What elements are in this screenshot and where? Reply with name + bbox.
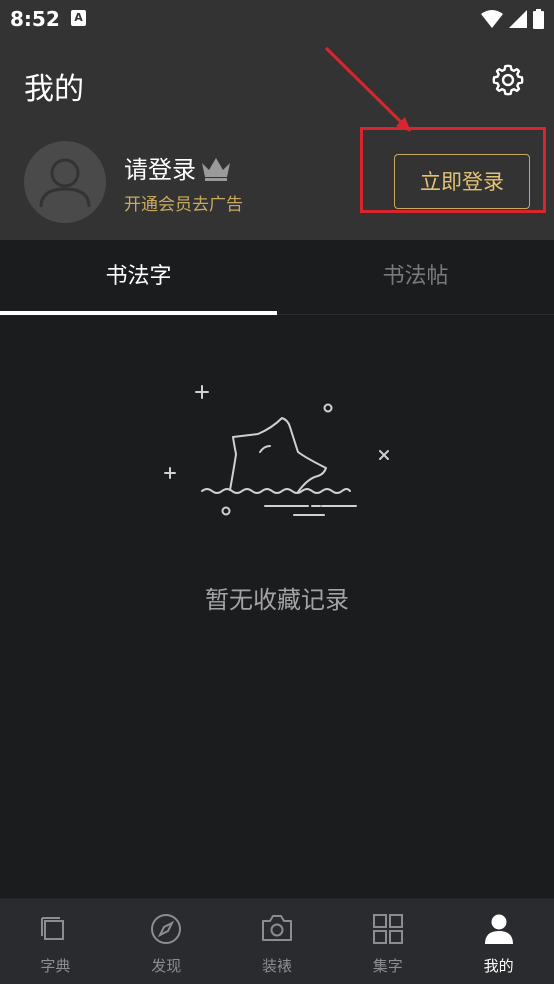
nav-label-collect-characters: 集字: [372, 957, 403, 975]
empty-message: 暂无收藏记录: [205, 586, 349, 614]
collection-tabs: 书法字 书法帖: [0, 240, 554, 315]
nav-label-mine: 我的: [483, 957, 514, 975]
compass-icon: [151, 914, 182, 944]
dictionary-icon: [41, 917, 65, 940]
nav-item-dictionary[interactable]: 字典: [0, 899, 111, 984]
grid-icon: [372, 914, 403, 944]
nav-item-discover[interactable]: 发现: [111, 899, 222, 984]
bottom-nav: 字典 发现 装裱 集字 我的: [0, 898, 554, 984]
nav-item-collect-characters[interactable]: 集字: [332, 899, 443, 984]
empty-star-icon: [164, 385, 389, 516]
nav-label-discover: 发现: [151, 957, 182, 975]
person-icon: [484, 914, 513, 944]
nav-item-mine[interactable]: 我的: [443, 899, 554, 984]
nav-label-dictionary: 字典: [40, 957, 71, 975]
annotation-arrow: [324, 46, 411, 132]
tab-indicator: [0, 311, 277, 315]
nav-label-mount: 装裱: [261, 957, 292, 975]
camera-icon: [261, 915, 292, 941]
tab-calligraphy-characters[interactable]: 书法字: [0, 240, 277, 315]
nav-item-mount[interactable]: 装裱: [222, 899, 333, 984]
tab-calligraphy-copybooks[interactable]: 书法帖: [277, 240, 554, 315]
